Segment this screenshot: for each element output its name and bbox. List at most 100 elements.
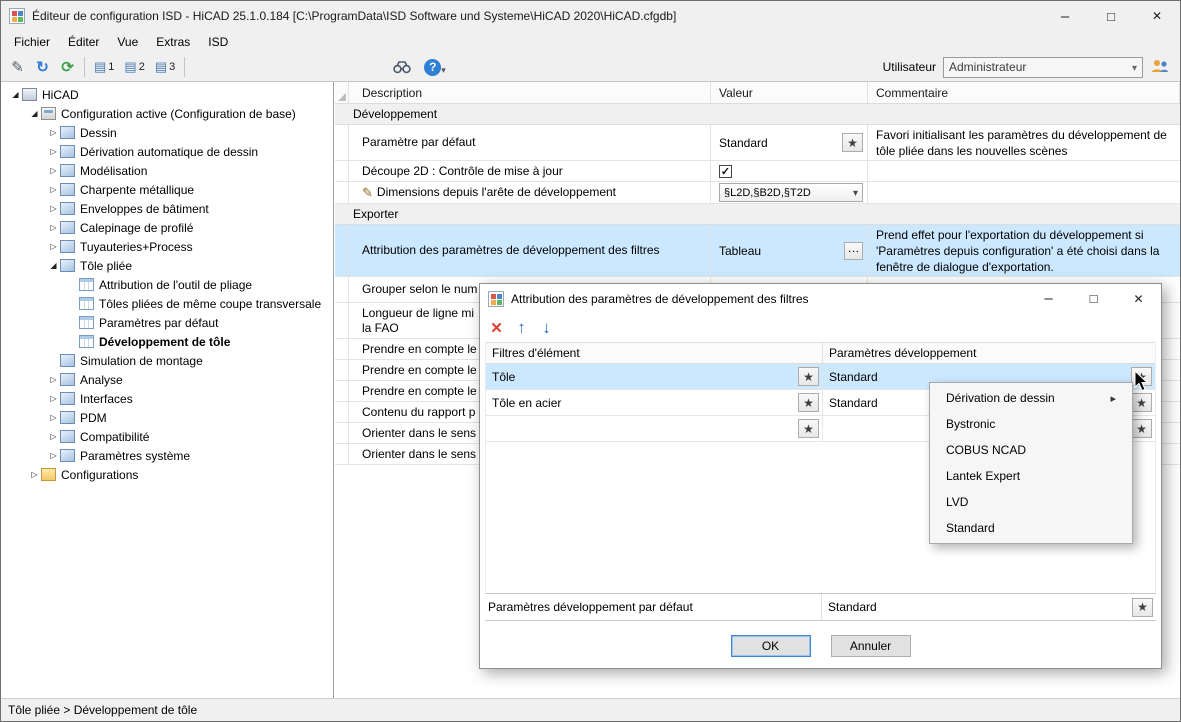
tree-item[interactable]: HiCAD xyxy=(1,85,333,104)
column-header-description[interactable]: Description xyxy=(349,82,711,103)
user-area: Utilisateur Administrateur xyxy=(883,57,1170,78)
tree-item[interactable]: Attribution de l'outil de pliage xyxy=(1,275,333,294)
sync-icon[interactable] xyxy=(30,55,55,79)
tree-expander-icon[interactable] xyxy=(47,451,60,460)
filter-favorite-star-button[interactable] xyxy=(798,419,819,438)
tree-expander-icon[interactable] xyxy=(47,261,60,270)
value-dropdown[interactable]: §L2D,§B2D,§T2D xyxy=(719,183,863,202)
window-controls xyxy=(1042,1,1180,31)
chevron-down-icon[interactable] xyxy=(441,62,446,76)
tree-item[interactable]: Paramètres par défaut xyxy=(1,313,333,332)
tree-expander-icon[interactable] xyxy=(47,394,60,403)
section-header: Développement xyxy=(335,104,1180,125)
tree-item[interactable]: Interfaces xyxy=(1,389,333,408)
tree-expander-icon[interactable] xyxy=(47,223,60,232)
tree-expander-icon[interactable] xyxy=(47,185,60,194)
context-menu-item-label: Bystronic xyxy=(946,417,995,431)
tree-item[interactable]: Dérivation automatique de dessin xyxy=(1,142,333,161)
menu-item[interactable]: ISD xyxy=(199,33,237,51)
column-header-filters[interactable]: Filtres d'élément xyxy=(486,343,823,363)
tree-item[interactable]: Configurations xyxy=(1,465,333,484)
tree-item[interactable]: Tôle pliée xyxy=(1,256,333,275)
tree-item[interactable]: Développement de tôle xyxy=(1,332,333,351)
tree-expander-icon[interactable] xyxy=(28,470,41,479)
tree-expander-icon[interactable] xyxy=(47,375,60,384)
tree-expander-icon[interactable] xyxy=(47,128,60,137)
ok-button[interactable]: OK xyxy=(731,635,811,657)
context-menu-item[interactable]: Lantek Expert xyxy=(930,463,1132,489)
menu-item[interactable]: Extras xyxy=(147,33,199,51)
filter-favorite-star-button[interactable] xyxy=(798,393,819,412)
tree-item[interactable]: Modélisation xyxy=(1,161,333,180)
expand-level-button[interactable]: 1 xyxy=(89,55,119,79)
tree-expander-icon[interactable] xyxy=(47,413,60,422)
pencil-icon xyxy=(362,185,373,201)
setting-row[interactable]: Paramètre par défaut Standard Favori ini… xyxy=(335,125,1180,161)
menu-item[interactable]: Fichier xyxy=(5,33,59,51)
column-header-valeur[interactable]: Valeur xyxy=(711,82,868,103)
column-header-params[interactable]: Paramètres développement xyxy=(823,343,1155,363)
dialog-minimize-button[interactable] xyxy=(1026,284,1071,313)
tree-expander-icon[interactable] xyxy=(47,147,60,156)
favorite-star-button[interactable] xyxy=(842,133,863,152)
column-header-commentaire[interactable]: Commentaire xyxy=(868,82,1180,103)
context-menu-item[interactable]: COBUS NCAD xyxy=(930,437,1132,463)
menu-item[interactable]: Vue xyxy=(108,33,147,51)
move-down-icon[interactable] xyxy=(535,316,558,339)
param-favorite-star-button[interactable] xyxy=(1131,419,1152,438)
tree-item[interactable]: Enveloppes de bâtiment xyxy=(1,199,333,218)
default-param-row: Paramètres développement par défaut Stan… xyxy=(485,593,1156,621)
tree-expander-icon[interactable] xyxy=(47,432,60,441)
checkbox[interactable] xyxy=(719,165,732,178)
tree-expander-icon[interactable] xyxy=(28,109,41,118)
tree-item[interactable]: Dessin xyxy=(1,123,333,142)
expand-level-button[interactable]: 3 xyxy=(150,55,180,79)
refresh-icon[interactable] xyxy=(55,55,80,79)
default-favorite-star-button[interactable] xyxy=(1132,598,1153,617)
close-button[interactable] xyxy=(1134,1,1180,31)
tree-item[interactable]: Tôles pliées de même coupe transversale xyxy=(1,294,333,313)
dialog-close-button[interactable] xyxy=(1116,284,1161,313)
context-menu-item[interactable]: Dérivation de dessin xyxy=(930,385,1132,411)
setting-row[interactable]: Dimensions depuis l'arête de développeme… xyxy=(335,182,1180,204)
help-icon xyxy=(424,59,441,76)
user-select[interactable]: Administrateur xyxy=(943,57,1143,78)
setting-label-line2: la FAO xyxy=(362,321,474,336)
row-gutter xyxy=(335,339,349,359)
setting-row[interactable]: Découpe 2D : Contrôle de mise à jour xyxy=(335,161,1180,182)
tree-item[interactable]: Simulation de montage xyxy=(1,351,333,370)
open-table-button[interactable] xyxy=(844,242,863,260)
context-menu-item[interactable]: Bystronic xyxy=(930,411,1132,437)
menu-item[interactable]: Éditer xyxy=(59,33,108,51)
tree-expander-icon[interactable] xyxy=(9,90,22,99)
move-up-icon[interactable] xyxy=(510,316,533,339)
maximize-button[interactable] xyxy=(1088,1,1134,31)
tree-item[interactable]: Calepinage de profilé xyxy=(1,218,333,237)
cancel-button[interactable]: Annuler xyxy=(831,635,911,657)
tree-item[interactable]: Configuration active (Configuration de b… xyxy=(1,104,333,123)
param-favorite-star-button[interactable] xyxy=(1131,367,1152,386)
expand-level-button[interactable]: 2 xyxy=(119,55,149,79)
tree-item[interactable]: Analyse xyxy=(1,370,333,389)
filter-favorite-star-button[interactable] xyxy=(798,367,819,386)
search-icon[interactable] xyxy=(389,55,414,79)
edit-icon[interactable] xyxy=(5,55,30,79)
context-menu-item[interactable]: Standard xyxy=(930,515,1132,541)
help-button[interactable] xyxy=(424,59,446,76)
tree-expander-icon[interactable] xyxy=(47,166,60,175)
users-icon[interactable] xyxy=(1150,58,1170,77)
tree-item[interactable]: Charpente métallique xyxy=(1,180,333,199)
delete-row-icon[interactable] xyxy=(485,316,508,339)
tree-expander-icon[interactable] xyxy=(47,242,60,251)
tree-item[interactable]: PDM xyxy=(1,408,333,427)
tree-expander-icon[interactable] xyxy=(47,204,60,213)
setting-row[interactable]: Attribution des paramètres de développem… xyxy=(335,225,1180,277)
tree-item[interactable]: Paramètres système xyxy=(1,446,333,465)
filter-name: Tôle xyxy=(492,370,515,384)
minimize-button[interactable] xyxy=(1042,1,1088,31)
tree-item[interactable]: Tuyauteries+Process xyxy=(1,237,333,256)
tree-item[interactable]: Compatibilité xyxy=(1,427,333,446)
context-menu-item[interactable]: LVD xyxy=(930,489,1132,515)
dialog-maximize-button[interactable] xyxy=(1071,284,1116,313)
param-favorite-star-button[interactable] xyxy=(1131,393,1152,412)
